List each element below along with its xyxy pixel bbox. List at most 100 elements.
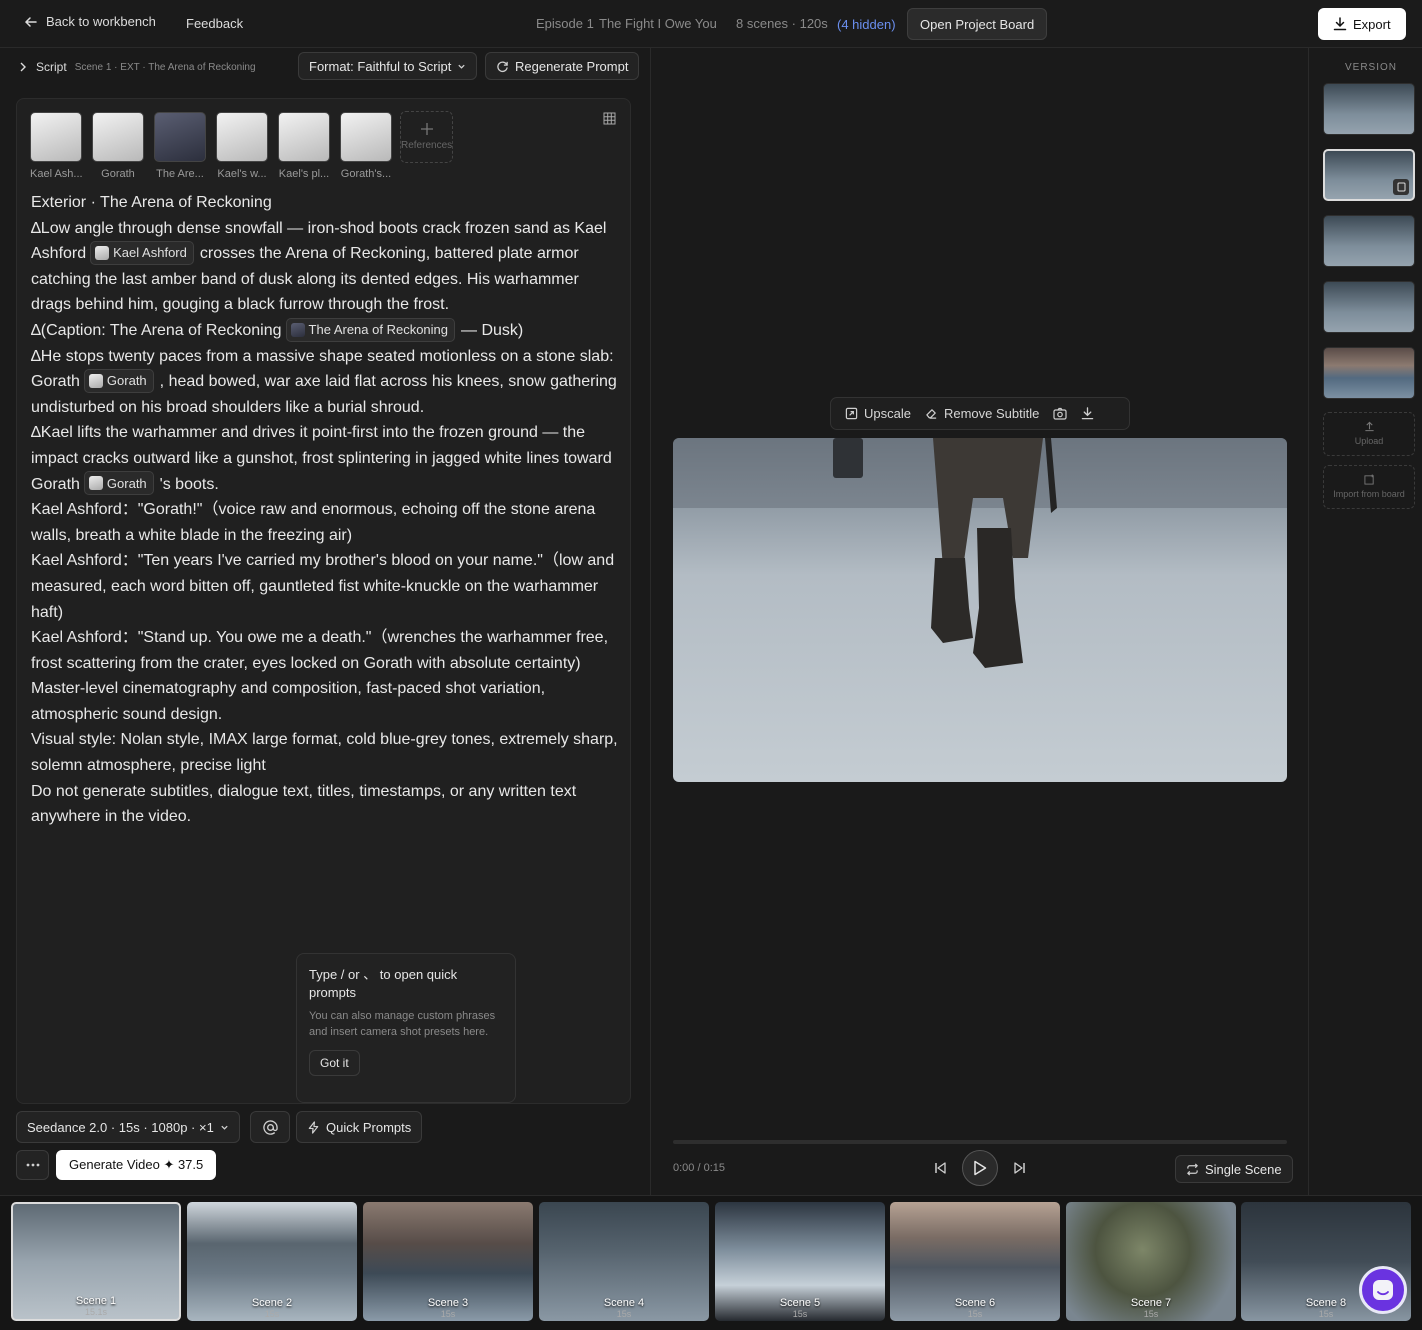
reference-thumbnail [154,112,206,162]
chip-label: The Arena of Reckoning [308,321,449,337]
mention-chip-gorath[interactable]: Gorath [83,471,154,496]
scene-card-3[interactable]: Scene 3 15s [363,1202,533,1321]
video-toolbar: Upscale Remove Subtitle [830,397,1130,430]
reference-label: Kael Ash... [30,168,82,180]
script-line: ∆Kael lifts the warhammer and drives it … [31,420,619,497]
model-settings-dropdown[interactable]: Seedance 2.0 · 15s · 1080p · ×1 [16,1111,240,1143]
document-icon [1393,179,1409,195]
reference-thumbnail [216,112,268,162]
reference-label: Gorath [101,168,135,180]
generate-video-button[interactable]: Generate Video ✦ 37.5 [56,1150,217,1180]
video-progress-bar[interactable] [673,1140,1287,1144]
upload-version-button[interactable]: Upload [1323,412,1415,456]
single-scene-label: Single Scene [1205,1161,1282,1177]
reference-thumbnail [340,112,392,162]
reference-thumbnail [30,112,82,162]
reference-kael-ashford[interactable]: Kael Ash... [30,112,82,180]
chevron-down-icon [457,62,466,71]
scene-name: Scene 3 [427,1297,469,1309]
scene-subtitle: Scene 1 · EXT · The Arena of Reckoning [74,61,256,73]
download-icon[interactable] [1081,407,1094,420]
script-line: Visual style: Nolan style, IMAX large fo… [31,731,618,775]
upscale-button[interactable]: Upscale [845,406,911,421]
more-options-button[interactable] [16,1150,49,1180]
refresh-icon [496,60,509,73]
version-thumbnail[interactable] [1323,281,1415,333]
arrow-left-icon [24,15,38,29]
scene-card-5[interactable]: Scene 5 15s [715,1202,885,1321]
add-reference-button[interactable]: References [400,111,453,163]
reference-label: Gorath's... [340,168,392,180]
skip-back-icon[interactable] [932,1160,948,1176]
quick-prompts-button[interactable]: Quick Prompts [296,1111,423,1143]
version-thumbnail[interactable] [1323,215,1415,267]
scene-duration: 15s [1143,1309,1159,1319]
script-text[interactable]: Exterior · The Arena of Reckoning ∆Low a… [31,190,619,830]
version-thumbnail[interactable] [1323,83,1415,135]
video-frame [673,438,1287,668]
version-thumbnail-selected[interactable] [1323,149,1415,201]
grid-icon[interactable] [603,112,616,125]
scene-card-7[interactable]: Scene 7 15s [1066,1202,1236,1321]
reference-label: Kael's pl... [278,168,330,180]
reference-gorath-axe[interactable]: Gorath's... [340,112,392,180]
episode-label: Episode 1 [536,16,594,31]
skip-forward-icon[interactable] [1012,1160,1028,1176]
mention-chip-arena[interactable]: The Arena of Reckoning [285,317,456,342]
single-scene-button[interactable]: Single Scene [1175,1155,1293,1183]
export-button[interactable]: Export [1318,8,1406,40]
scene-duration: 15s [264,1309,280,1319]
open-project-board-button[interactable]: Open Project Board [907,8,1048,40]
import-from-board-button[interactable]: Import from board [1323,465,1415,509]
script-line: Master-level cinematography and composit… [31,680,546,723]
scene-caption: Scene 4 15s [539,1297,709,1319]
scene-card-2[interactable]: Scene 2 15s [187,1202,357,1321]
scene-caption: Scene 2 15s [187,1297,357,1319]
upscale-icon [845,407,858,420]
upload-icon [1324,421,1414,432]
camera-icon[interactable] [1053,407,1067,420]
hidden-scenes-link[interactable]: (4 hidden) [837,17,896,32]
ellipsis-icon [26,1163,40,1167]
download-icon [1333,17,1347,31]
lightning-icon [307,1120,320,1134]
script-line: Kael Ashford："Gorath!"（voice raw and eno… [31,501,596,544]
reference-kael-weapon[interactable]: Kael's w... [216,112,268,180]
reference-label: The Are... [156,168,204,180]
scene-card-1[interactable]: Scene 1 15.1s [11,1202,181,1321]
back-to-workbench-link[interactable]: Back to workbench [24,14,156,29]
chip-label: Gorath [106,373,147,389]
script-line: Kael Ashford："Stand up. You owe me a dea… [31,629,609,672]
play-button[interactable] [962,1150,998,1186]
format-dropdown[interactable]: Format: Faithful to Script [298,52,478,80]
scene-name: Scene 1 [75,1295,117,1307]
reference-kael-plate[interactable]: Kael's pl... [278,112,330,180]
video-preview[interactable] [673,438,1287,782]
feedback-link[interactable]: Feedback [186,16,243,31]
chip-label: Kael Ashford [113,245,187,261]
version-label: VERSION [1345,62,1398,73]
assistant-chat-button[interactable] [1359,1266,1407,1314]
reference-thumbnail [92,112,144,162]
regenerate-prompt-button[interactable]: Regenerate Prompt [485,52,640,80]
upload-label: Upload [1354,436,1384,446]
scene-card-6[interactable]: Scene 6 15s [890,1202,1060,1321]
scene-name: Scene 7 [1130,1297,1172,1309]
scene-duration: 15s [792,1309,808,1319]
remove-subtitle-button[interactable]: Remove Subtitle [925,406,1039,421]
reference-gorath[interactable]: Gorath [92,112,144,180]
script-breadcrumb[interactable]: Script Scene 1 · EXT · The Arena of Reck… [18,60,256,74]
scene-caption: Scene 1 15.1s [13,1295,179,1317]
version-thumbnail[interactable] [1323,347,1415,399]
mention-chip-kael-ashford[interactable]: Kael Ashford [90,240,194,265]
chip-thumbnail [88,373,103,388]
mention-button[interactable] [250,1111,290,1143]
scene-name: Scene 4 [603,1297,645,1309]
reference-arena[interactable]: The Are... [154,112,206,180]
mention-chip-gorath[interactable]: Gorath [83,368,154,393]
chip-label: Gorath [106,475,147,491]
got-it-button[interactable]: Got it [309,1050,360,1076]
script-line: ∆(Caption: The Arena of Reckoning The Are… [31,317,619,344]
scene-card-4[interactable]: Scene 4 15s [539,1202,709,1321]
script-fragment: — Dusk) [461,321,524,339]
